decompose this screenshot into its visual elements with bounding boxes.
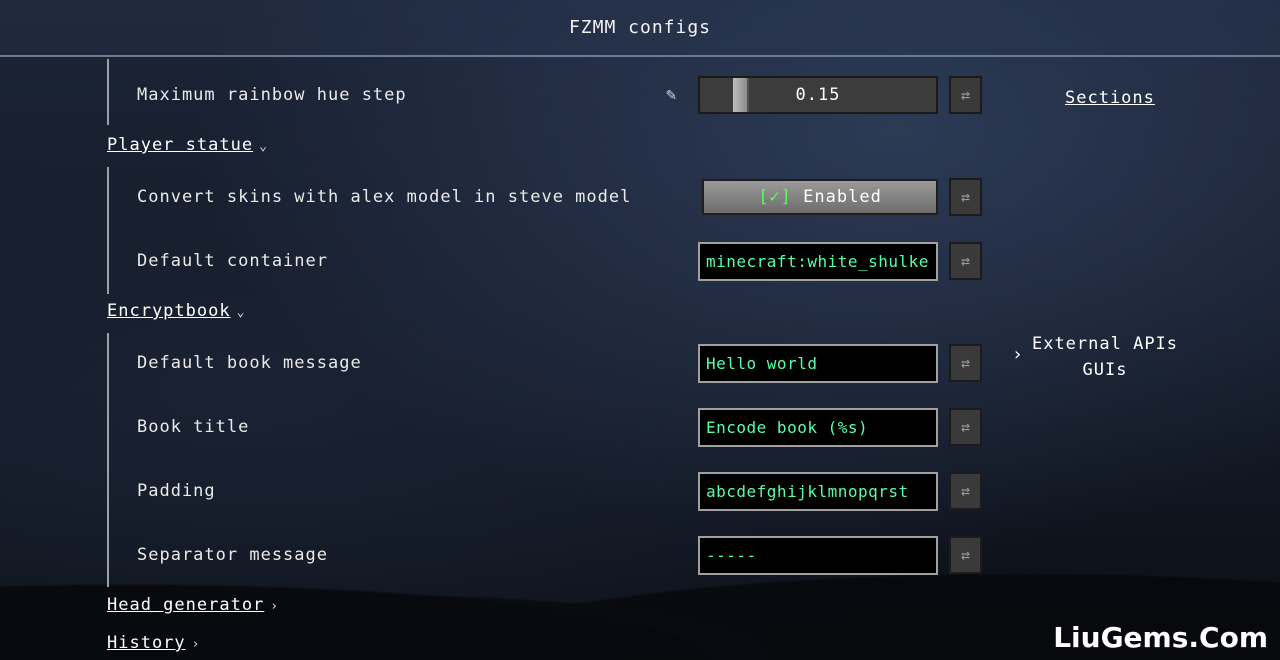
reset-button[interactable]: ⇄ xyxy=(949,242,982,280)
separator-input[interactable]: ----- xyxy=(698,536,938,575)
section-title-text: Encryptbook xyxy=(107,301,231,321)
guis-label: GUIs xyxy=(1082,360,1128,380)
reset-button[interactable]: ⇄ xyxy=(949,408,982,446)
sections-link[interactable]: Sections xyxy=(1065,88,1155,108)
config-list: Maximum rainbow hue step ✎ 0.15 ⇄ Player… xyxy=(0,59,1280,659)
section-indent-line xyxy=(107,333,109,587)
rainbow-hue-step-label: Maximum rainbow hue step xyxy=(137,85,407,105)
section-player-statue[interactable]: Player statue ⌄ xyxy=(107,135,268,155)
section-encryptbook[interactable]: Encryptbook ⌄ xyxy=(107,301,245,321)
chevron-right-icon[interactable]: › xyxy=(1012,344,1023,365)
reset-button[interactable]: ⇄ xyxy=(949,178,982,216)
section-indent-line xyxy=(107,167,109,294)
chevron-right-icon: › xyxy=(270,599,280,614)
title-bar: FZMM configs xyxy=(0,0,1280,57)
alex-model-toggle[interactable]: [✓] Enabled xyxy=(702,179,938,215)
external-apis-guis-entry[interactable]: External APIs GUIs xyxy=(1030,331,1180,383)
default-container-label: Default container xyxy=(137,251,328,271)
reset-button[interactable]: ⇄ xyxy=(949,76,982,114)
pencil-icon[interactable]: ✎ xyxy=(666,85,676,105)
book-message-input[interactable]: Hello world xyxy=(698,344,938,383)
padding-input[interactable]: abcdefghijklmnopqrst xyxy=(698,472,938,511)
section-title-text: Player statue xyxy=(107,135,254,155)
section-history[interactable]: History › xyxy=(107,633,200,653)
default-container-input[interactable]: minecraft:white_shulke xyxy=(698,242,938,281)
chevron-down-icon: ⌄ xyxy=(259,139,268,154)
section-title-text: Head generator xyxy=(107,595,265,615)
book-message-label: Default book message xyxy=(137,353,362,373)
book-title-input[interactable]: Encode book (%s) xyxy=(698,408,938,447)
book-title-label: Book title xyxy=(137,417,250,437)
page-title: FZMM configs xyxy=(568,17,712,38)
slider-value: 0.15 xyxy=(795,85,841,105)
rainbow-hue-step-slider[interactable]: 0.15 xyxy=(698,76,938,114)
toggle-state: Enabled xyxy=(803,187,882,207)
section-head-generator[interactable]: Head generator › xyxy=(107,595,279,615)
separator-label: Separator message xyxy=(137,545,328,565)
section-indent-line xyxy=(107,59,109,125)
chevron-down-icon: ⌄ xyxy=(236,305,246,320)
reset-button[interactable]: ⇄ xyxy=(949,536,982,574)
chevron-right-icon: › xyxy=(191,637,201,652)
padding-label: Padding xyxy=(137,481,216,501)
alex-model-label: Convert skins with alex model in steve m… xyxy=(137,187,632,207)
watermark: LiuGems.Com xyxy=(1053,621,1268,654)
external-apis-label: External APIs xyxy=(1031,334,1179,354)
reset-button[interactable]: ⇄ xyxy=(949,472,982,510)
checkmark-icon: [✓] xyxy=(758,187,792,207)
section-title-text: History xyxy=(107,633,186,653)
reset-button[interactable]: ⇄ xyxy=(949,344,982,382)
